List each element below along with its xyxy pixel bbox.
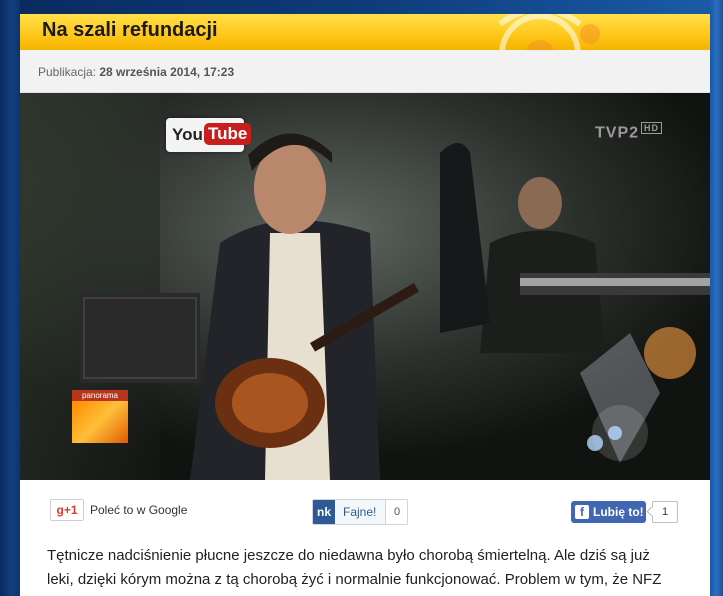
google-plus-label: Poleć to w Google	[90, 503, 188, 517]
article-line-1: Tętnicze nadciśnienie płucne jeszcze do …	[47, 547, 650, 564]
page-background-right	[710, 0, 723, 596]
youtube-logo-you: You	[172, 125, 203, 144]
publication-info: Publikacja: 28 września 2014, 17:23	[38, 65, 234, 79]
hd-badge: HD	[641, 122, 663, 134]
facebook-like-label: Lubię to!	[593, 505, 644, 519]
page-background-top	[0, 0, 723, 14]
facebook-icon: f	[575, 505, 589, 519]
facebook-like-count: 1	[652, 501, 678, 523]
google-plus-button[interactable]: g+1	[50, 499, 84, 521]
page-background-left	[0, 0, 20, 596]
article-body: Tętnicze nadciśnienie płucne jeszcze do …	[47, 544, 687, 592]
article-panel: Na szali refundacji Publikacja: 28 wrześ…	[20, 14, 710, 596]
nk-label: Fajne!	[343, 505, 377, 519]
page-title: Na szali refundacji	[42, 19, 218, 41]
publication-label: Publikacja:	[38, 65, 97, 79]
nk-fajne-button[interactable]: nk Fajne! 0	[312, 499, 408, 525]
article-line-2: leki, dzięki kórym można z tą chorobą ży…	[47, 571, 662, 588]
youtube-logo-tube: Tube	[204, 123, 252, 145]
nk-icon: nk	[313, 500, 335, 524]
globe-map-icon	[72, 401, 128, 443]
tvp2-logo: TVP2 HD	[595, 122, 663, 142]
panorama-logo: panorama	[72, 390, 128, 443]
decorative-flower-graphic	[498, 14, 600, 50]
video-player[interactable]: You Tube TVP2 HD panorama	[20, 93, 710, 480]
tvp2-logo-text: TVP2	[595, 124, 640, 142]
panorama-label: panorama	[72, 390, 128, 401]
youtube-logo: You Tube	[166, 118, 252, 152]
facebook-like-button[interactable]: f Lubię to!	[571, 501, 646, 523]
publication-date: 28 września 2014, 17:23	[99, 65, 235, 79]
nk-count: 0	[385, 500, 407, 524]
article-header: Na szali refundacji	[20, 14, 710, 50]
publication-bar: Publikacja: 28 września 2014, 17:23	[20, 50, 710, 93]
social-share-bar: g+1 Poleć to w Google nk Fajne! 0 f Lubi…	[20, 480, 710, 540]
